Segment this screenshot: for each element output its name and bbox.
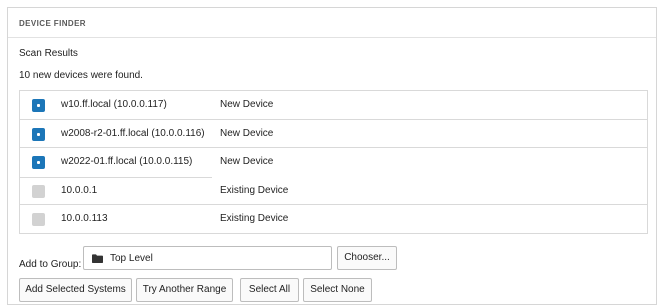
device-row[interactable]: w10.ff.local (10.0.0.117) New Device xyxy=(20,91,647,120)
device-checkbox[interactable] xyxy=(32,213,45,227)
panel-header: DEVICE FINDER xyxy=(8,8,656,38)
device-row[interactable]: 10.0.0.113 Existing Device xyxy=(20,205,647,234)
device-host: 10.0.0.113 xyxy=(61,213,108,225)
device-status: New Device xyxy=(220,127,274,139)
device-finder-panel: DEVICE FINDER Scan Results 10 new device… xyxy=(7,7,657,305)
select-none-button[interactable]: Select None xyxy=(303,278,372,302)
group-value: Top Level xyxy=(110,253,153,264)
device-host: w2008-r2-01.ff.local (10.0.0.116) xyxy=(61,127,205,139)
add-selected-systems-button[interactable]: Add Selected Systems xyxy=(19,278,132,302)
device-status: New Device xyxy=(220,99,274,110)
device-row[interactable]: 10.0.0.1 Existing Device xyxy=(20,177,647,206)
device-host: w10.ff.local (10.0.0.117) xyxy=(61,99,167,110)
chooser-button[interactable]: Chooser... xyxy=(337,246,397,270)
panel-title: DEVICE FINDER xyxy=(19,19,86,28)
folder-icon xyxy=(92,254,103,263)
device-status: New Device xyxy=(220,156,274,168)
try-another-range-button[interactable]: Try Another Range xyxy=(136,278,233,302)
scan-results-title: Scan Results xyxy=(19,48,78,59)
device-checkbox[interactable] xyxy=(32,156,45,170)
device-list: w10.ff.local (10.0.0.117) New Device w20… xyxy=(19,90,648,234)
device-checkbox[interactable] xyxy=(32,127,45,141)
device-checkbox[interactable] xyxy=(32,99,45,112)
group-field[interactable]: Top Level xyxy=(83,246,332,270)
scan-summary: 10 new devices were found. xyxy=(19,70,143,81)
device-checkbox[interactable] xyxy=(32,184,45,198)
device-status: Existing Device xyxy=(220,184,289,196)
add-to-group-label: Add to Group: xyxy=(19,259,82,270)
device-row[interactable]: w2022-01.ff.local (10.0.0.115) New Devic… xyxy=(20,148,647,178)
device-row[interactable]: w2008-r2-01.ff.local (10.0.0.116) New De… xyxy=(20,120,647,149)
device-host: 10.0.0.1 xyxy=(61,184,98,196)
device-status: Existing Device xyxy=(220,213,289,225)
device-host: w2022-01.ff.local (10.0.0.115) xyxy=(61,156,193,168)
select-all-button[interactable]: Select All xyxy=(240,278,299,302)
